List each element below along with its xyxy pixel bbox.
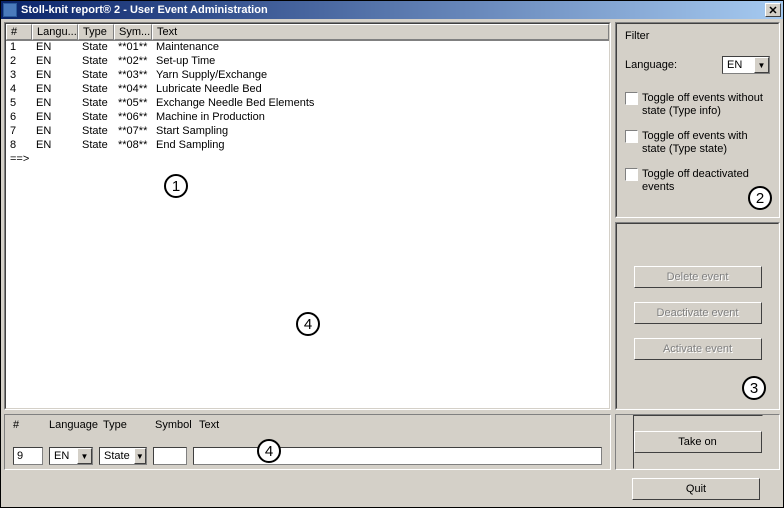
annotation-3: 3: [742, 376, 766, 400]
table-header: # Langu... Type Sym... Text: [6, 24, 609, 41]
filter-panel: Filter Language: EN ▼ Toggle off events …: [615, 22, 780, 218]
table-row[interactable]: 7ENState**07**Start Sampling: [6, 125, 609, 139]
toggle-deactivated-checkbox[interactable]: [625, 168, 638, 181]
cell-type: State: [78, 69, 114, 83]
col-header-num[interactable]: #: [6, 24, 32, 40]
annotation-4a: 4: [296, 312, 320, 336]
cell-sym: **05**: [114, 97, 152, 111]
window-title: Stoll-knit report® 2 - User Event Admini…: [21, 4, 765, 16]
close-icon: ✕: [768, 4, 777, 17]
cell-num: 5: [6, 97, 32, 111]
col-header-lang[interactable]: Langu...: [32, 24, 78, 40]
cell-type: State: [78, 97, 114, 111]
chevron-down-icon: ▼: [754, 57, 769, 73]
cell-type: State: [78, 125, 114, 139]
form-type-select[interactable]: State ▼: [99, 447, 147, 465]
form-symbol-input[interactable]: [153, 447, 187, 465]
form-lang-select[interactable]: EN ▼: [49, 447, 93, 465]
cell-sym: **07**: [114, 125, 152, 139]
cell-type: State: [78, 83, 114, 97]
cell-sym: **04**: [114, 83, 152, 97]
takeon-panel: Take on: [615, 414, 780, 470]
cell-text: Maintenance: [152, 41, 609, 55]
table-row[interactable]: 1ENState**01**Maintenance: [6, 41, 609, 55]
language-select-value: EN: [723, 59, 754, 71]
entry-form-panel: # Language Type Symbol Text 9 EN ▼ State…: [4, 414, 611, 470]
cell-type: State: [78, 41, 114, 55]
cell-lang: EN: [32, 55, 78, 69]
app-window: Stoll-knit report® 2 - User Event Admini…: [0, 0, 784, 508]
cell-text: Set-up Time: [152, 55, 609, 69]
language-label: Language:: [625, 59, 677, 71]
form-label-num: #: [13, 419, 49, 431]
table-row[interactable]: 3ENState**03**Yarn Supply/Exchange: [6, 69, 609, 83]
form-label-sym: Symbol: [155, 419, 199, 431]
table-row[interactable]: 8ENState**08**End Sampling: [6, 139, 609, 153]
language-select[interactable]: EN ▼: [722, 56, 770, 74]
quit-button[interactable]: Quit: [632, 478, 760, 500]
toggle-without-state-label: Toggle off events without state (Type in…: [642, 92, 770, 118]
cell-sym: **06**: [114, 111, 152, 125]
cell-num: 1: [6, 41, 32, 55]
cell-num: 6: [6, 111, 32, 125]
cell-lang: EN: [32, 83, 78, 97]
cell-lang: EN: [32, 97, 78, 111]
toggle-with-state-label: Toggle off events with state (Type state…: [642, 130, 770, 156]
form-label-type: Type: [103, 419, 155, 431]
cell-lang: EN: [32, 111, 78, 125]
cell-num: 4: [6, 83, 32, 97]
cell-text: Lubricate Needle Bed: [152, 83, 609, 97]
cell-type: State: [78, 139, 114, 153]
event-table[interactable]: # Langu... Type Sym... Text 1ENState**01…: [6, 24, 609, 408]
col-header-text[interactable]: Text: [152, 24, 609, 40]
cell-sym: **02**: [114, 55, 152, 69]
cell-text: Yarn Supply/Exchange: [152, 69, 609, 83]
cell-sym: **08**: [114, 139, 152, 153]
bottom-bar: Quit: [4, 474, 780, 504]
form-label-lang: Language: [49, 419, 103, 431]
take-on-button[interactable]: Take on: [634, 431, 762, 453]
cell-text: Exchange Needle Bed Elements: [152, 97, 609, 111]
annotation-1: 1: [164, 174, 188, 198]
form-label-text: Text: [199, 419, 602, 431]
toggle-with-state-checkbox[interactable]: [625, 130, 638, 143]
table-row[interactable]: 4ENState**04**Lubricate Needle Bed: [6, 83, 609, 97]
form-num-input[interactable]: 9: [13, 447, 43, 465]
cell-lang: EN: [32, 41, 78, 55]
cell-lang: EN: [32, 139, 78, 153]
cell-num: 7: [6, 125, 32, 139]
action-buttons-panel: Delete event Deactivate event Activate e…: [615, 222, 780, 410]
titlebar: Stoll-knit report® 2 - User Event Admini…: [1, 1, 783, 19]
cell-sym: **01**: [114, 41, 152, 55]
table-row[interactable]: 5ENState**05**Exchange Needle Bed Elemen…: [6, 97, 609, 111]
activate-event-button[interactable]: Activate event: [634, 338, 762, 360]
cell-text: Start Sampling: [152, 125, 609, 139]
table-row[interactable]: 2ENState**02**Set-up Time: [6, 55, 609, 69]
col-header-sym[interactable]: Sym...: [114, 24, 152, 40]
cell-lang: EN: [32, 69, 78, 83]
cell-sym: **03**: [114, 69, 152, 83]
form-text-input[interactable]: [193, 447, 602, 465]
toggle-deactivated-label: Toggle off deactivated events: [642, 168, 770, 194]
cell-num: 2: [6, 55, 32, 69]
cell-lang: EN: [32, 125, 78, 139]
app-icon: [3, 3, 17, 17]
filter-title: Filter: [625, 30, 770, 42]
chevron-down-icon: ▼: [77, 448, 92, 464]
cell-text: Machine in Production: [152, 111, 609, 125]
table-row[interactable]: 6ENState**06**Machine in Production: [6, 111, 609, 125]
cell-num: 8: [6, 139, 32, 153]
col-header-type[interactable]: Type: [78, 24, 114, 40]
cell-type: State: [78, 55, 114, 69]
close-button[interactable]: ✕: [765, 3, 781, 17]
cell-text: End Sampling: [152, 139, 609, 153]
delete-event-button[interactable]: Delete event: [634, 266, 762, 288]
cursor-row: ==>: [6, 153, 609, 165]
toggle-without-state-checkbox[interactable]: [625, 92, 638, 105]
event-table-panel: # Langu... Type Sym... Text 1ENState**01…: [4, 22, 611, 410]
cell-type: State: [78, 111, 114, 125]
deactivate-event-button[interactable]: Deactivate event: [634, 302, 762, 324]
cell-num: 3: [6, 69, 32, 83]
chevron-down-icon: ▼: [134, 448, 146, 464]
